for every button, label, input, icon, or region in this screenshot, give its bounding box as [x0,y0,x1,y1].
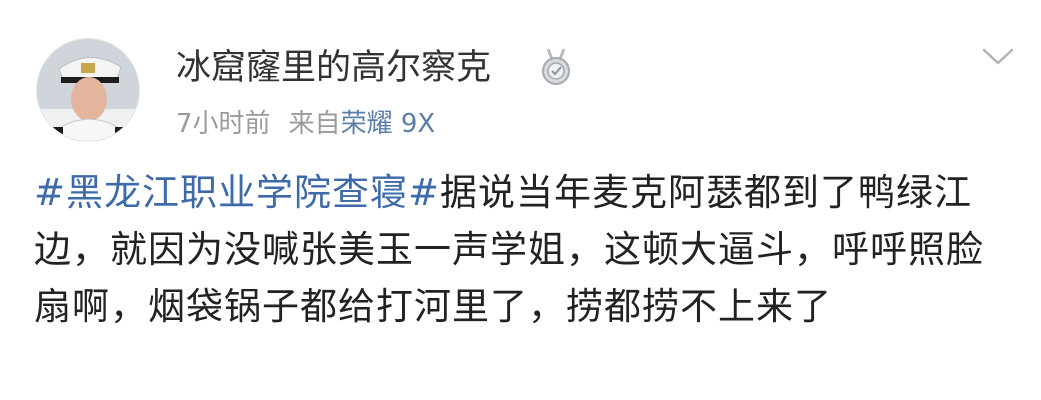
hashtag-link[interactable]: #黑龙江职业学院查寝# [34,171,440,214]
post-text: #黑龙江职业学院查寝#据说当年麦克阿瑟都到了鸭绿江边，就因为没喊张美玉一声学姐，… [34,164,1014,335]
source-prefix: 来自 [288,109,341,139]
post-meta: 7小时前 来自荣耀 9X [176,104,435,144]
chevron-down-icon[interactable] [980,44,1016,68]
source-device[interactable]: 荣耀 9X [341,109,436,139]
post-time: 7小时前 [176,109,271,139]
avatar[interactable] [36,38,140,142]
medal-badge-icon[interactable] [538,47,574,87]
user-name[interactable]: 冰窟窿里的高尔察克 [176,44,491,92]
avatar-image [37,39,139,141]
weibo-post-card: 冰窟窿里的高尔察克 7小时前 来自荣耀 9X #黑龙江职业学院查寝#据说当年麦克阿… [0,0,1041,400]
